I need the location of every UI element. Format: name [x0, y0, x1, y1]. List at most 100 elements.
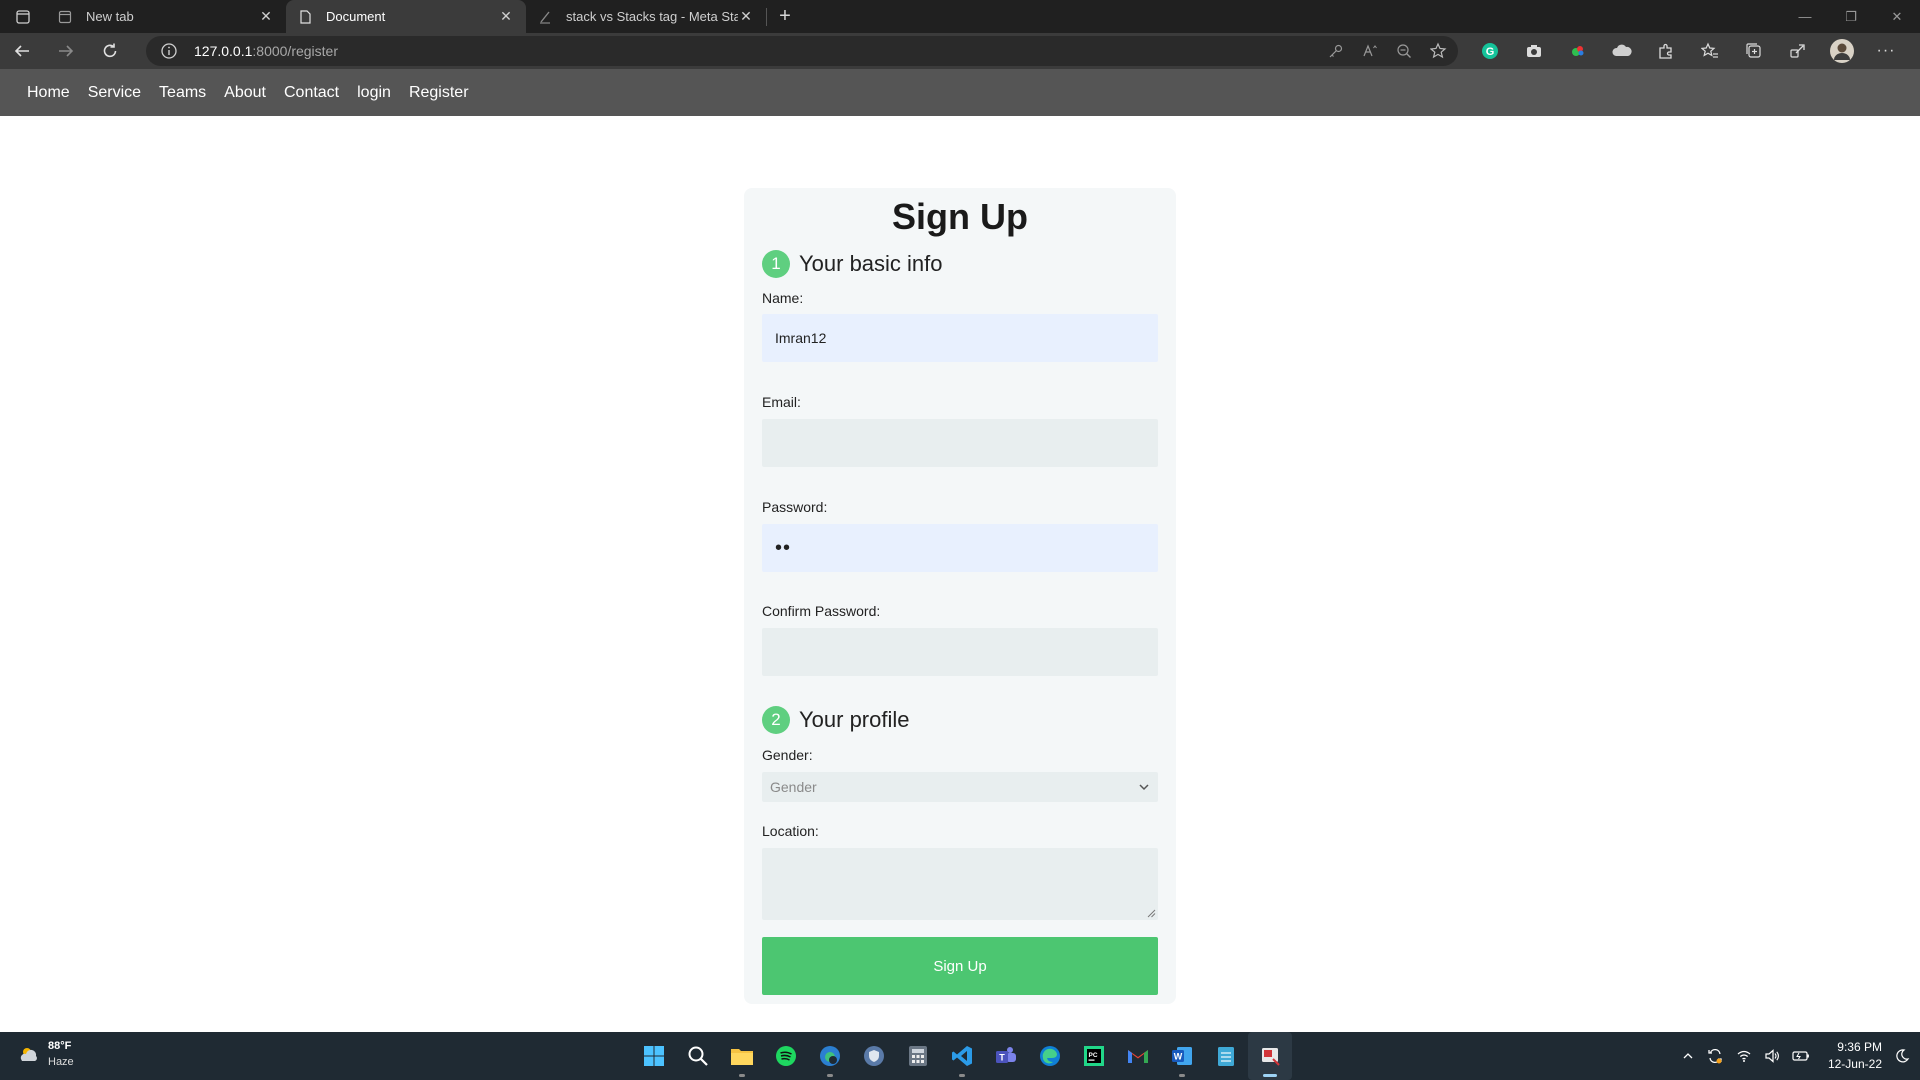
password-input[interactable]: •• — [762, 524, 1158, 572]
tab-title: Document — [326, 9, 386, 24]
nav-home[interactable]: Home — [18, 69, 79, 116]
profile-button[interactable] — [1820, 33, 1864, 69]
grammarly-extension[interactable]: G — [1468, 33, 1512, 69]
color-extension[interactable] — [1556, 33, 1600, 69]
address-url[interactable]: 127.0.0.1:8000/register — [194, 43, 338, 59]
calculator-icon — [909, 1046, 927, 1066]
teams-app[interactable]: T — [984, 1032, 1028, 1080]
share-button[interactable] — [1776, 33, 1820, 69]
gmail-icon — [1128, 1050, 1148, 1063]
zoom-out-icon[interactable] — [1396, 43, 1412, 59]
site-navbar: Home Service Teams About Contact login R… — [0, 69, 1920, 116]
key-icon[interactable] — [1328, 43, 1344, 59]
browser-toolbar: 127.0.0.1:8000/register G ··· — [0, 33, 1920, 69]
weather-widget[interactable]: 88°F Haze — [18, 1038, 74, 1070]
extensions-button[interactable] — [1644, 33, 1688, 69]
resize-grip-icon[interactable] — [1146, 908, 1156, 918]
folder-icon — [731, 1049, 753, 1065]
cloud-extension[interactable] — [1600, 33, 1644, 69]
name-input[interactable] — [762, 314, 1158, 362]
focus-moon-icon[interactable] — [1894, 1048, 1910, 1064]
start-button[interactable] — [632, 1032, 676, 1080]
close-window-button[interactable]: ✕ — [1874, 0, 1920, 33]
chevron-up-icon[interactable] — [1682, 1050, 1694, 1062]
page-icon — [58, 10, 72, 23]
restore-button[interactable]: ❐ — [1828, 0, 1874, 33]
favorites-button[interactable] — [1688, 33, 1732, 69]
vscode-app[interactable] — [940, 1032, 984, 1080]
calculator-app[interactable] — [896, 1032, 940, 1080]
info-icon[interactable] — [160, 42, 178, 60]
gmail-app[interactable] — [1116, 1032, 1160, 1080]
spotify-app[interactable] — [764, 1032, 808, 1080]
screenshot-extension[interactable] — [1512, 33, 1556, 69]
sign-up-button[interactable]: Sign Up — [762, 937, 1158, 995]
email-label: Email: — [762, 394, 801, 410]
favorite-add-icon[interactable] — [1430, 42, 1448, 60]
step-number-badge: 2 — [762, 706, 790, 734]
window-controls: — ❐ ✕ — [1782, 0, 1920, 33]
gender-select[interactable]: Gender — [762, 772, 1158, 802]
vscode-icon — [952, 1046, 972, 1066]
address-bar[interactable]: 127.0.0.1:8000/register — [146, 36, 1458, 66]
location-textarea[interactable] — [762, 848, 1158, 920]
wifi-icon[interactable] — [1736, 1048, 1752, 1064]
avatar — [1830, 39, 1854, 63]
nav-login[interactable]: login — [348, 69, 400, 116]
word-app[interactable]: W — [1160, 1032, 1204, 1080]
battery-icon[interactable] — [1792, 1048, 1810, 1064]
confirm-password-label: Confirm Password: — [762, 603, 881, 619]
pycharm-app[interactable]: PC — [1072, 1032, 1116, 1080]
confirm-password-input[interactable] — [762, 628, 1158, 676]
new-tab-button[interactable]: + — [767, 0, 803, 33]
nav-service[interactable]: Service — [79, 69, 150, 116]
spotify-icon — [776, 1046, 796, 1066]
address-host: 127.0.0.1 — [194, 43, 253, 59]
notepad-app[interactable] — [1204, 1032, 1248, 1080]
file-explorer-app[interactable] — [720, 1032, 764, 1080]
volume-icon[interactable] — [1764, 1048, 1780, 1064]
section-profile: 2 Your profile — [762, 706, 909, 734]
close-icon[interactable]: ✕ — [258, 8, 274, 25]
read-aloud-icon[interactable] — [1362, 43, 1378, 59]
clock-date: 12-Jun-22 — [1827, 1057, 1882, 1071]
close-icon[interactable]: ✕ — [738, 8, 754, 25]
section-basic-info: 1 Your basic info — [762, 250, 943, 278]
weather-text: 88°F Haze — [48, 1038, 74, 1070]
email-input[interactable] — [762, 419, 1158, 467]
tab-new-tab[interactable]: New tab ✕ — [46, 0, 286, 33]
minimize-button[interactable]: — — [1782, 0, 1828, 33]
back-button[interactable] — [0, 33, 44, 69]
tab-stack[interactable]: stack vs Stacks tag - Meta Stack ✕ — [526, 0, 766, 33]
taskbar: 88°F Haze T PC W 9:36 PM 12-Jun-22 — [0, 1032, 1920, 1080]
snipping-tool-app[interactable] — [1248, 1032, 1292, 1080]
security-app[interactable] — [852, 1032, 896, 1080]
name-label: Name: — [762, 290, 804, 306]
nav-contact[interactable]: Contact — [275, 69, 348, 116]
gender-label: Gender: — [762, 747, 813, 763]
nav-teams[interactable]: Teams — [150, 69, 215, 116]
sync-icon[interactable] — [1706, 1047, 1724, 1065]
svg-text:T: T — [999, 1053, 1005, 1063]
refresh-button[interactable] — [88, 33, 132, 69]
clock-time: 9:36 PM — [1837, 1040, 1882, 1054]
collections-icon — [1746, 43, 1761, 58]
palette-icon — [1572, 46, 1584, 56]
collections-button[interactable] — [1732, 33, 1776, 69]
running-indicator — [1179, 1074, 1185, 1077]
tab-document[interactable]: Document ✕ — [286, 0, 526, 33]
section-title: Your basic info — [799, 251, 943, 276]
settings-more-button[interactable]: ··· — [1864, 33, 1908, 69]
search-button[interactable] — [676, 1032, 720, 1080]
close-icon[interactable]: ✕ — [498, 8, 514, 25]
svg-text:PC: PC — [1089, 1052, 1098, 1059]
tab-actions-button[interactable] — [0, 0, 46, 33]
gender-selected-value: Gender — [770, 779, 817, 795]
nav-register[interactable]: Register — [400, 69, 478, 116]
system-clock[interactable]: 9:36 PM 12-Jun-22 — [1828, 1039, 1882, 1073]
edge-beta-app[interactable] — [808, 1032, 852, 1080]
puzzle-icon — [1659, 43, 1672, 59]
forward-button[interactable] — [44, 33, 88, 69]
edge-app[interactable] — [1028, 1032, 1072, 1080]
nav-about[interactable]: About — [215, 69, 275, 116]
